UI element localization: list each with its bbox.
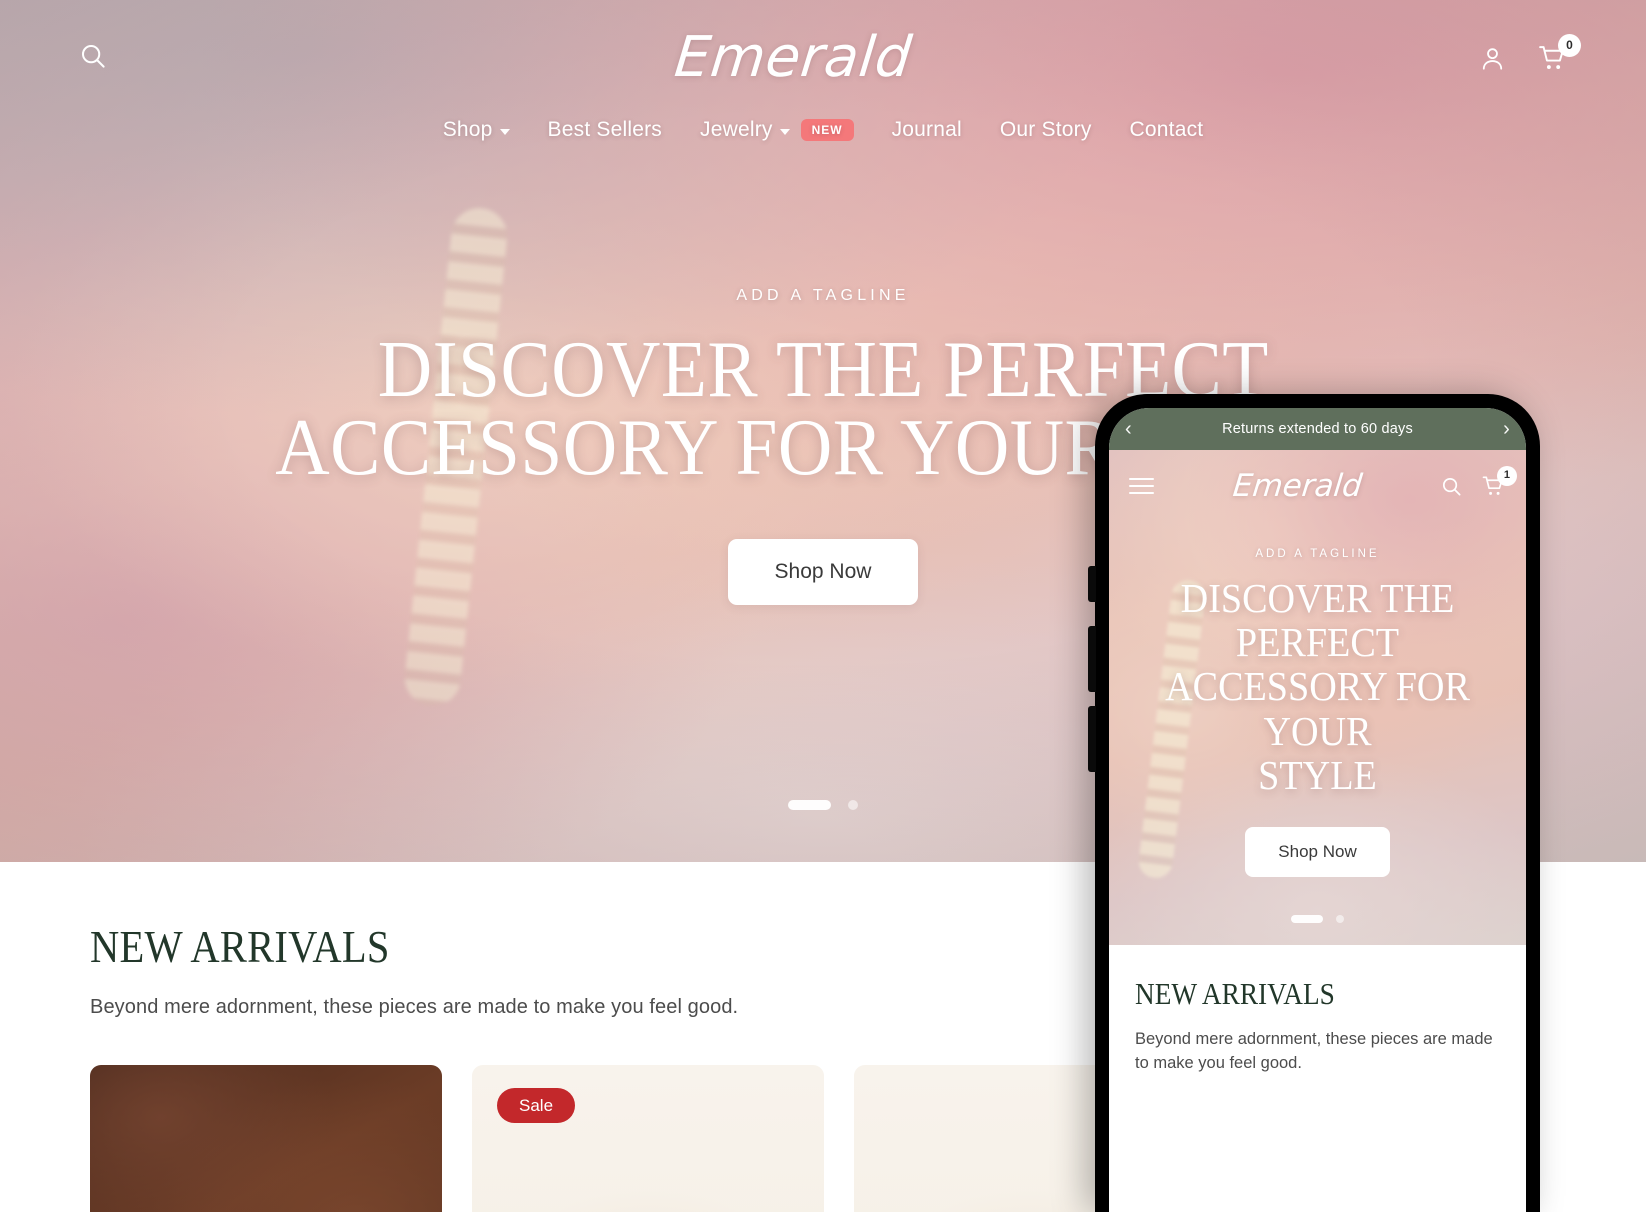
slider-dot-2[interactable] [848,800,858,810]
phone-volume-up-button [1088,626,1096,692]
phone-silent-switch [1088,566,1096,602]
phone-screen: ‹ Returns extended to 60 days › Emerald [1109,408,1526,1212]
main-navigation: Shop Best Sellers Jewelry NEW Journal Ou… [0,112,1646,148]
search-icon[interactable] [78,41,108,71]
mobile-section-title: NEW ARRIVALS [1135,976,1335,1011]
product-card[interactable] [90,1065,442,1212]
chevron-right-icon[interactable]: › [1503,419,1510,439]
mobile-hero-title-line-2: ACCESSORY FOR YOUR [1165,663,1470,754]
nav-label: Contact [1129,118,1204,141]
nav-item-shop[interactable]: Shop [424,112,529,148]
sale-badge: Sale [497,1088,576,1123]
announcement-bar: ‹ Returns extended to 60 days › [1109,408,1526,450]
hero-shop-now-button[interactable]: Shop Now [727,538,919,605]
nav-item-jewelry[interactable]: Jewelry NEW [681,112,873,148]
slider-dot-2[interactable] [1336,915,1344,923]
page-root: Emerald 0 Shop Best Sellers Jewelry NEW … [0,0,1646,1212]
nav-item-our-story[interactable]: Our Story [981,112,1111,148]
search-icon[interactable] [1440,475,1463,498]
nav-label: Our Story [999,118,1092,141]
mobile-hero-content: ADD A TAGLINE DISCOVER THE PERFECT ACCES… [1109,450,1526,945]
nav-label: Shop [442,118,493,141]
mobile-section-subtitle: Beyond mere adornment, these pieces are … [1135,1030,1493,1072]
cart-icon[interactable]: 1 [1481,465,1517,499]
nav-label: Journal [891,118,962,141]
header-left [78,41,108,76]
desktop-header: Emerald 0 [0,0,1646,116]
nav-item-best-sellers[interactable]: Best Sellers [529,112,681,148]
header-center: Emerald [108,25,1478,90]
mobile-slider-pagination [1109,915,1526,923]
mobile-hero-title-line-1: DISCOVER THE PERFECT [1180,574,1455,666]
product-card[interactable]: Sale [472,1065,824,1212]
brand-logo[interactable]: Emerald [671,25,914,90]
mobile-hero-tagline: ADD A TAGLINE [1255,547,1380,560]
mobile-new-arrivals-section: NEW ARRIVALS Beyond mere adornment, thes… [1109,945,1526,1076]
nav-label: Best Sellers [547,118,662,141]
hero-tagline: ADD A TAGLINE [736,287,910,305]
chevron-down-icon [499,128,510,135]
account-icon[interactable] [1478,44,1507,73]
nav-item-contact[interactable]: Contact [1111,112,1223,148]
phone-volume-down-button [1088,706,1096,772]
mobile-shop-now-button[interactable]: Shop Now [1245,827,1390,878]
nav-label: Jewelry [700,118,773,141]
slider-dot-active[interactable] [1291,915,1323,923]
mobile-brand-logo[interactable]: Emerald [1231,468,1364,504]
phone-mockup: ‹ Returns extended to 60 days › Emerald [1088,394,1540,1212]
slider-dot-active[interactable] [788,800,831,810]
mobile-hero-section: Emerald 1 ADD A TAGLINE DISCOVER THE PER… [1109,450,1526,945]
announcement-text: Returns extended to 60 days [1222,421,1413,437]
new-badge: NEW [800,119,854,141]
mobile-hero-title: DISCOVER THE PERFECT ACCESSORY FOR YOUR … [1138,576,1496,797]
nav-item-journal[interactable]: Journal [873,112,981,148]
mobile-hero-title-line-3: STYLE [1258,751,1377,798]
chevron-left-icon[interactable]: ‹ [1125,419,1132,439]
mobile-header-right: 1 [1440,465,1517,499]
cart-count-badge: 0 [1558,33,1581,57]
header-right: 0 [1478,33,1581,74]
chevron-down-icon [779,128,790,135]
hamburger-menu-icon[interactable] [1129,478,1154,494]
mobile-header: Emerald 1 [1109,450,1526,522]
cart-icon[interactable]: 0 [1537,33,1581,74]
cart-count-badge: 1 [1496,465,1517,486]
